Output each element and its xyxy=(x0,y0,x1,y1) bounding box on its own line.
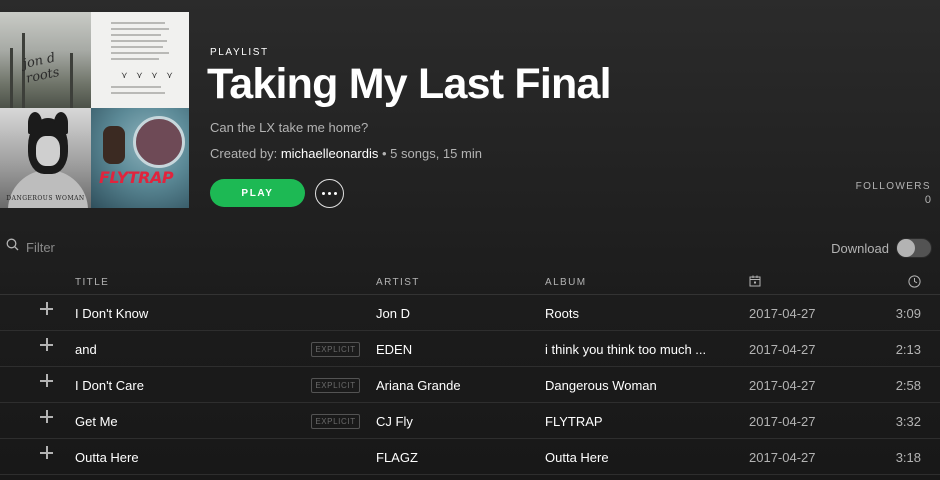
clock-icon[interactable] xyxy=(908,275,921,291)
playlist-description: Can the LX take me home? xyxy=(210,120,369,135)
column-header-title[interactable]: TITLE xyxy=(75,277,109,288)
track-album[interactable]: FLYTRAP xyxy=(545,414,603,429)
cover-tile-flytrap: FLYTRAP xyxy=(91,108,189,208)
cover-tile-dangerous-woman-text: DANGEROUS WOMAN xyxy=(6,195,85,202)
track-title: I Don't Know xyxy=(75,306,149,321)
calendar-icon[interactable] xyxy=(749,275,761,290)
track-artist[interactable]: EDEN xyxy=(376,342,412,357)
explicit-badge: EXPLICIT xyxy=(311,342,360,357)
track-date-added: 2017-04-27 xyxy=(749,342,816,357)
table-row[interactable]: Get Me EXPLICIT CJ Fly FLYTRAP 2017-04-2… xyxy=(0,403,940,439)
track-artist[interactable]: Jon D xyxy=(376,306,410,321)
track-duration: 2:13 xyxy=(895,342,921,357)
add-track-icon[interactable] xyxy=(40,302,54,316)
add-track-icon[interactable] xyxy=(40,338,54,352)
created-by-label: Created by: xyxy=(210,146,281,161)
track-artist[interactable]: FLAGZ xyxy=(376,450,418,465)
column-header-album[interactable]: ALBUM xyxy=(545,277,586,288)
playlist-owner-link[interactable]: michaelleonardis xyxy=(281,146,379,161)
track-duration: 3:32 xyxy=(895,414,921,429)
download-label: Download xyxy=(831,240,889,256)
followers-count: 0 xyxy=(924,194,931,206)
playlist-cover: jon d roots ⋎ ⋎ ⋎ ⋎ DANGEROUS WOMAN FLYT… xyxy=(0,12,189,208)
playlist-title: Taking My Last Final xyxy=(207,60,612,108)
playlist-type-label: PLAYLIST xyxy=(210,47,269,58)
add-track-icon[interactable] xyxy=(40,374,54,388)
track-album[interactable]: Roots xyxy=(545,306,579,321)
search-icon xyxy=(6,238,19,256)
play-button[interactable]: PLAY xyxy=(210,179,305,207)
cover-tile-roots-text: jon d roots xyxy=(21,50,61,87)
track-duration: 3:18 xyxy=(895,450,921,465)
track-date-added: 2017-04-27 xyxy=(749,450,816,465)
cover-tile-flytrap-text: FLYTRAP xyxy=(99,168,174,187)
track-album[interactable]: Dangerous Woman xyxy=(545,378,657,393)
explicit-badge: EXPLICIT xyxy=(311,414,360,429)
table-row[interactable]: I Don't Know Jon D Roots 2017-04-27 3:09 xyxy=(0,295,940,331)
track-title: Get Me xyxy=(75,414,118,429)
followers-label: FOLLOWERS xyxy=(855,181,931,192)
track-title: Outta Here xyxy=(75,450,139,465)
column-header-artist[interactable]: ARTIST xyxy=(376,277,420,288)
track-date-added: 2017-04-27 xyxy=(749,306,816,321)
track-table: TITLE ARTIST ALBUM I Don't Know Jon D Ro… xyxy=(0,268,940,475)
filter-input[interactable] xyxy=(26,239,226,255)
filter-bar xyxy=(6,238,226,256)
track-duration: 2:58 xyxy=(895,378,921,393)
table-header: TITLE ARTIST ALBUM xyxy=(0,268,940,295)
playlist-stats: • 5 songs, 15 min xyxy=(378,146,482,161)
download-control: Download xyxy=(831,238,932,258)
toggle-knob xyxy=(897,239,915,257)
track-album[interactable]: Outta Here xyxy=(545,450,609,465)
playlist-meta: Created by: michaelleonardis • 5 songs, … xyxy=(210,146,482,161)
explicit-badge: EXPLICIT xyxy=(311,378,360,393)
track-title: I Don't Care xyxy=(75,378,144,393)
table-row[interactable]: and EXPLICIT EDEN i think you think too … xyxy=(0,331,940,367)
track-date-added: 2017-04-27 xyxy=(749,378,816,393)
track-date-added: 2017-04-27 xyxy=(749,414,816,429)
table-row[interactable]: Outta Here FLAGZ Outta Here 2017-04-27 3… xyxy=(0,439,940,475)
table-row[interactable]: I Don't Care EXPLICIT Ariana Grande Dang… xyxy=(0,367,940,403)
download-toggle[interactable] xyxy=(896,238,932,258)
cover-tile-dangerous-woman: DANGEROUS WOMAN xyxy=(0,108,91,208)
track-duration: 3:09 xyxy=(895,306,921,321)
ellipsis-icon xyxy=(321,192,339,195)
track-album[interactable]: i think you think too much ... xyxy=(545,342,706,357)
cover-tile-roots: jon d roots xyxy=(0,12,91,108)
cover-tile-eden: ⋎ ⋎ ⋎ ⋎ xyxy=(91,12,189,108)
add-track-icon[interactable] xyxy=(40,446,54,460)
track-artist[interactable]: CJ Fly xyxy=(376,414,413,429)
track-title: and xyxy=(75,342,97,357)
add-track-icon[interactable] xyxy=(40,410,54,424)
more-options-button[interactable] xyxy=(315,179,344,208)
track-artist[interactable]: Ariana Grande xyxy=(376,378,461,393)
